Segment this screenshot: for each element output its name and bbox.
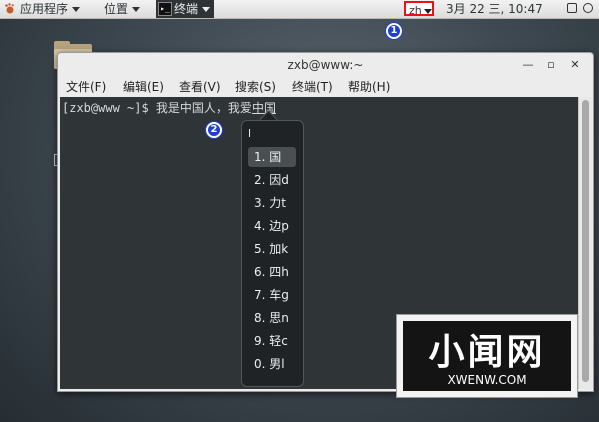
gnome-foot-icon <box>5 3 14 14</box>
clock[interactable]: 3月 22 三, 10:47 <box>446 0 543 18</box>
ime-candidate-popup: l 1. 国 2. 因d 3. 力t 4. 边p 5. 加k 6. 四h 7. … <box>241 120 304 387</box>
menu-help[interactable]: 帮助(H) <box>348 77 390 97</box>
terminal-task-label: 终端 <box>174 2 199 16</box>
chevron-down-icon <box>72 7 81 12</box>
minimize-icon[interactable]: — <box>521 58 535 72</box>
menu-edit[interactable]: 编辑(E) <box>123 77 164 97</box>
maximize-icon[interactable]: ▫ <box>544 58 558 72</box>
chevron-down-icon <box>202 7 211 12</box>
power-icon[interactable] <box>583 3 593 13</box>
annotation-badge-2: 2 <box>206 122 222 138</box>
menu-terminal[interactable]: 终端(T) <box>292 77 333 97</box>
menu-search[interactable]: 搜索(S) <box>235 77 276 97</box>
candidate-item[interactable]: 1. 国 <box>248 147 296 167</box>
applications-label: 应用程序 <box>20 2 69 16</box>
watermark-title: 小闻网 <box>428 332 546 373</box>
watermark-url: XWENW.COM <box>447 373 527 387</box>
watermark: 小闻网 XWENW.COM <box>396 314 578 398</box>
menu-view[interactable]: 查看(V) <box>179 77 221 97</box>
places-label: 位置 <box>104 2 129 16</box>
typed-text: 我是中国人，我爱 <box>155 101 252 115</box>
candidate-item[interactable]: 0. 男l <box>248 354 296 374</box>
watermark-logo: 小闻网 XWENW.COM <box>403 321 571 391</box>
menu-bar: 文件(F) 编辑(E) 查看(V) 搜索(S) 终端(T) 帮助(H) <box>58 77 593 97</box>
scrollbar-thumb[interactable] <box>582 100 589 382</box>
screen-icon[interactable] <box>567 3 577 13</box>
menu-file[interactable]: 文件(F) <box>66 77 106 97</box>
applications-menu[interactable]: 应用程序 <box>4 0 81 18</box>
candidate-item[interactable]: 2. 因d <box>248 170 296 190</box>
ime-input-text: l <box>248 127 252 140</box>
candidate-item[interactable]: 4. 边p <box>248 216 296 236</box>
scrollbar[interactable] <box>578 97 592 389</box>
input-method-label: zh <box>409 4 422 17</box>
close-icon[interactable]: ✕ <box>568 58 582 72</box>
top-panel: 应用程序 位置 ▸_ 终端 zh 3月 22 三, 10:47 <box>0 0 599 19</box>
chevron-down-icon <box>423 8 432 14</box>
candidate-item[interactable]: 7. 车g <box>248 285 296 305</box>
window-title: zxb@www:~ <box>287 58 364 72</box>
candidate-item[interactable]: 9. 轻c <box>248 331 296 351</box>
terminal-icon: ▸_ <box>158 2 172 16</box>
command-line: [zxb@www ~]$ 我是中国人，我爱中国 <box>62 99 276 116</box>
chevron-down-icon <box>132 7 141 12</box>
candidate-item[interactable]: 8. 思n <box>248 308 296 328</box>
places-menu[interactable]: 位置 <box>104 0 141 18</box>
candidate-item[interactable]: 6. 四h <box>248 262 296 282</box>
input-method-indicator[interactable]: zh <box>404 1 434 17</box>
candidate-item[interactable]: 3. 力t <box>248 193 296 213</box>
terminal-task-button[interactable]: ▸_ 终端 <box>156 0 214 18</box>
prompt-text: [zxb@www ~]$ <box>62 101 156 115</box>
annotation-badge-1: 1 <box>386 23 402 39</box>
candidate-item[interactable]: 5. 加k <box>248 239 296 259</box>
